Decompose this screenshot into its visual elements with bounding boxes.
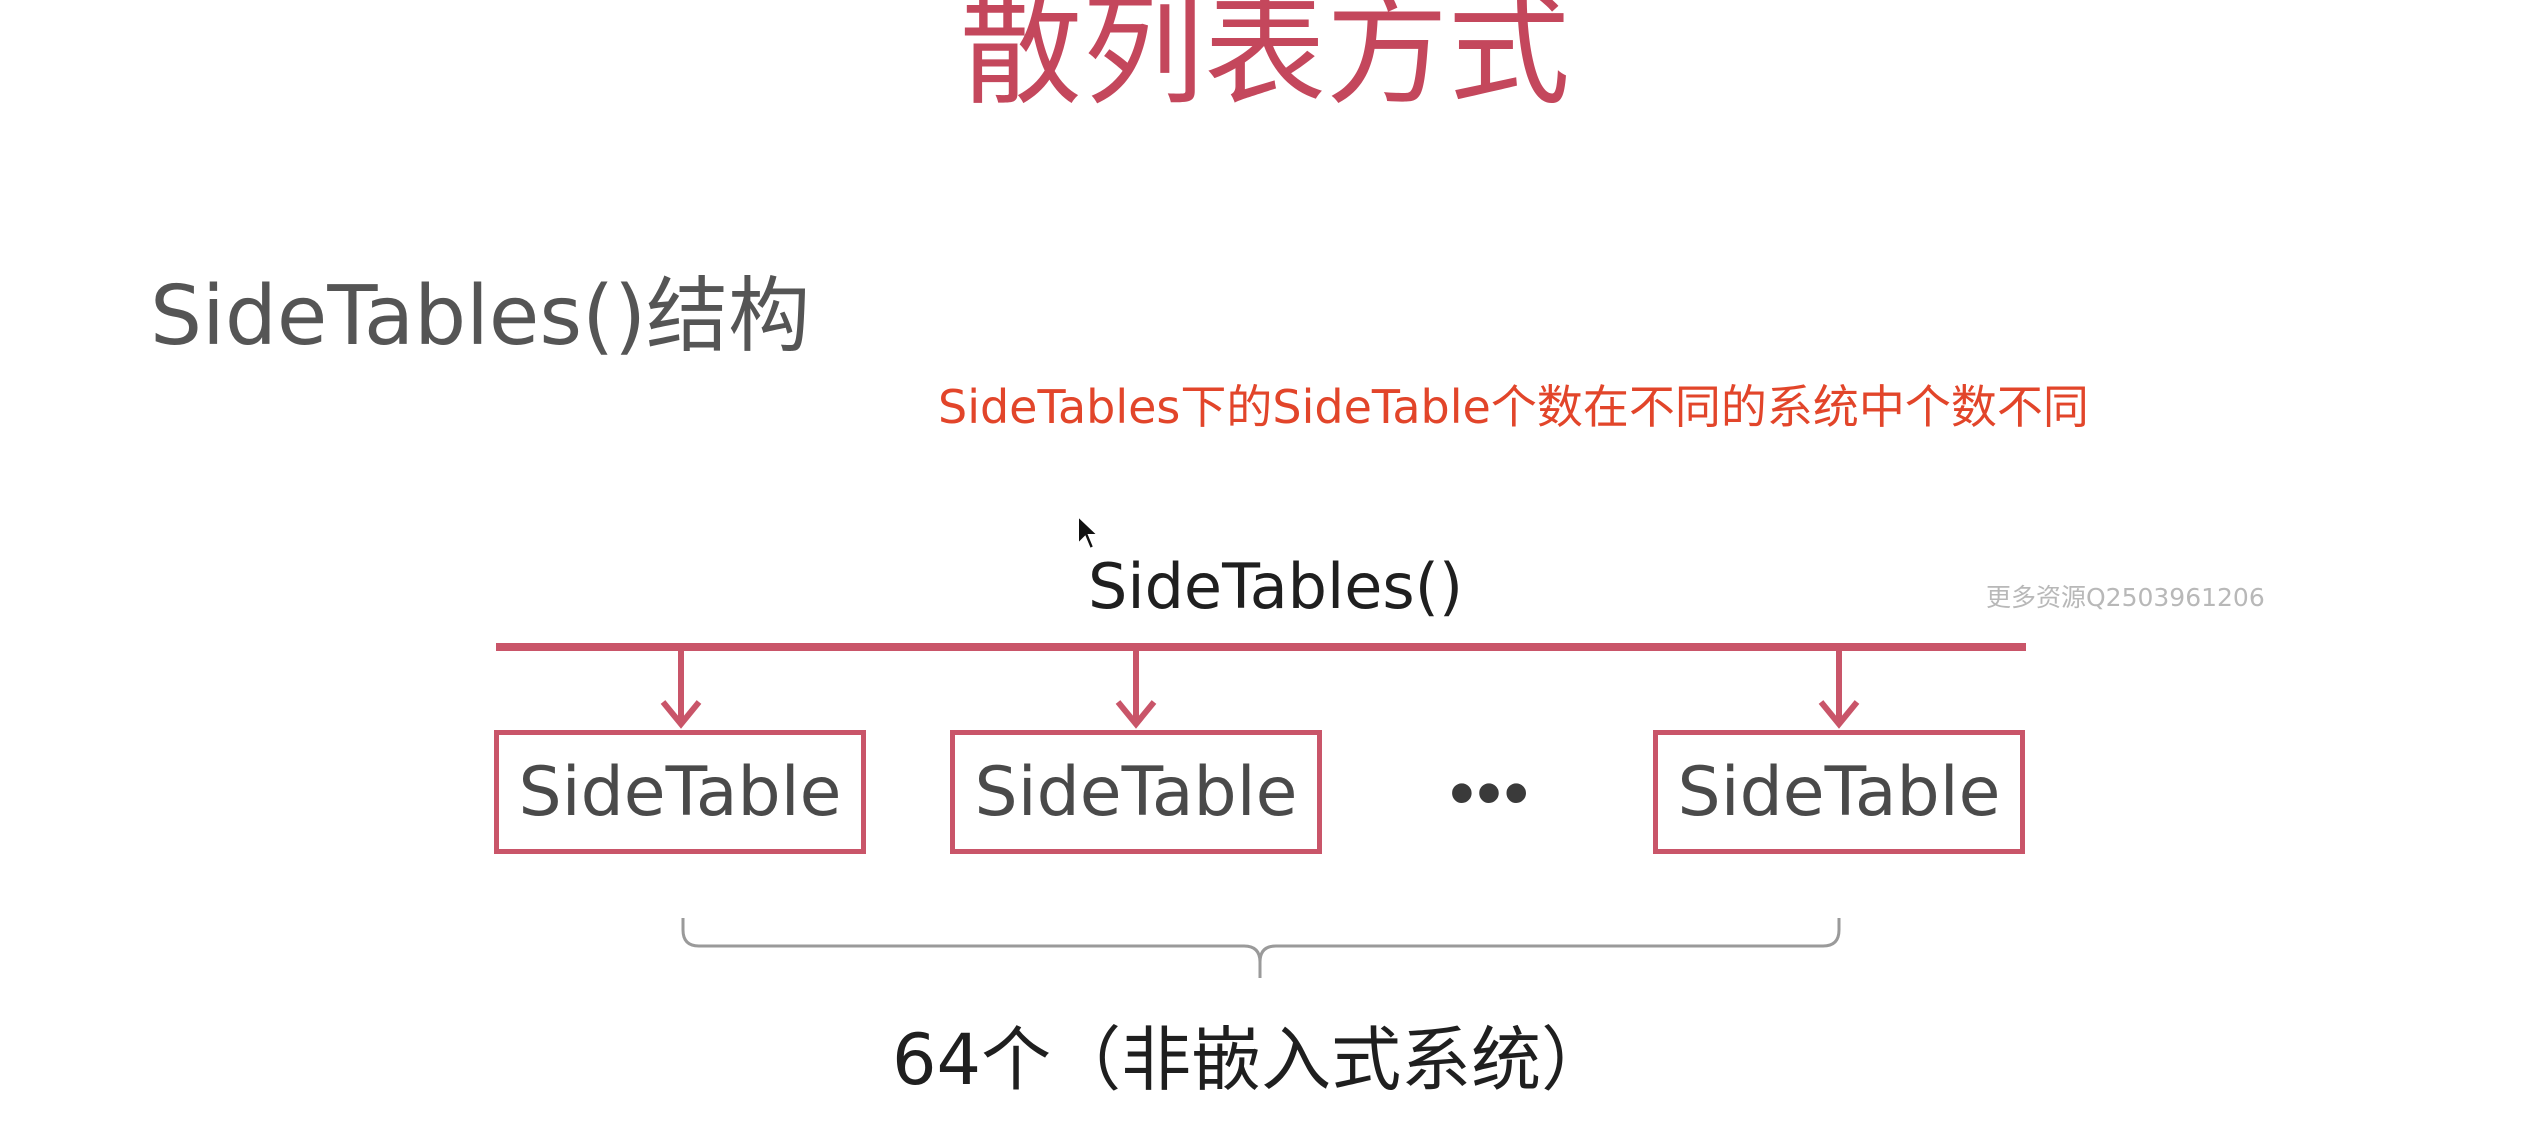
table-count-label: 64个（非嵌入式系统） (892, 1019, 1612, 1101)
sidetable-box-2: SideTable (950, 730, 1322, 854)
sidetable-box-1: SideTable (494, 730, 866, 854)
arrow-to-table-2 (1115, 647, 1157, 729)
sidetables-root-label: SideTables() (1088, 550, 1464, 623)
arrow-to-table-1 (660, 647, 702, 729)
arrow-to-table-3 (1818, 647, 1860, 729)
mouse-pointer-icon (1077, 514, 1101, 551)
count-brace (681, 918, 1841, 978)
watermark-text: 更多资源Q2503961206 (1986, 583, 2265, 612)
ellipsis: ••• (1449, 753, 1531, 833)
sidetable-box-3: SideTable (1653, 730, 2025, 854)
